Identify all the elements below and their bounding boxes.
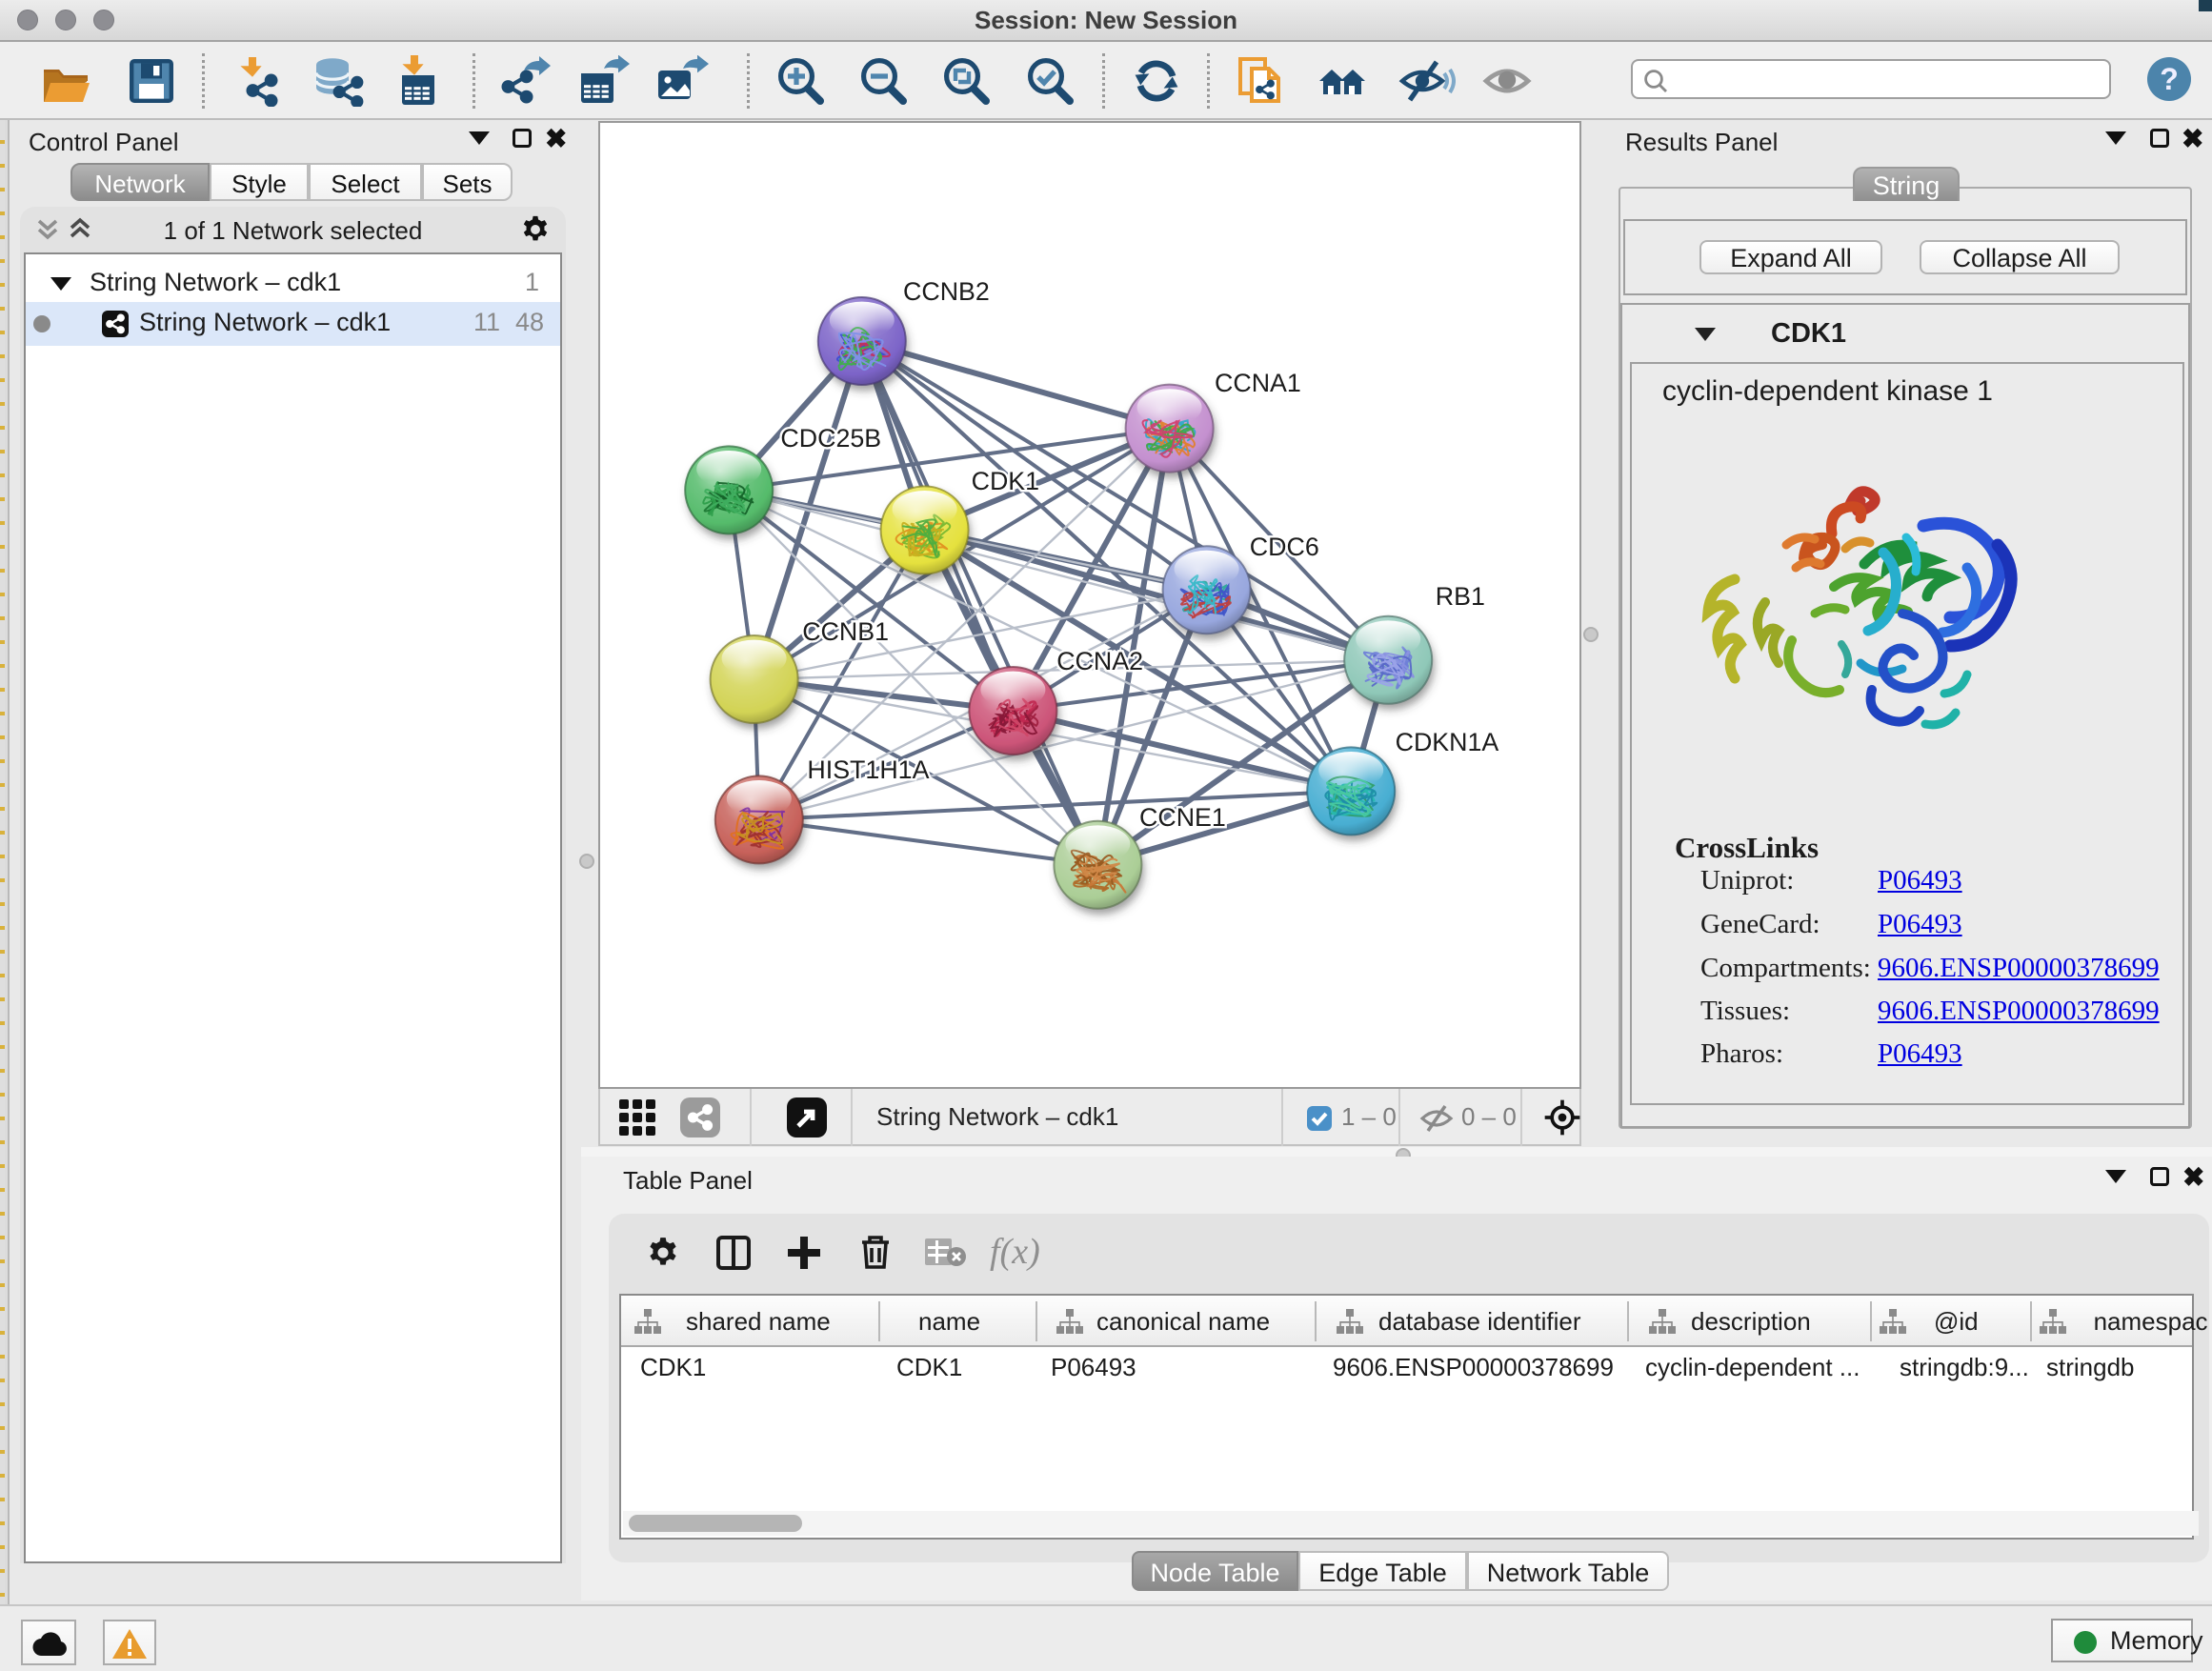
- svg-text:HIST1H1A: HIST1H1A: [807, 755, 929, 784]
- svg-text:RB1: RB1: [1436, 582, 1485, 611]
- svg-text:CCNA2: CCNA2: [1056, 647, 1143, 675]
- svg-text:CDKN1A: CDKN1A: [1396, 728, 1499, 756]
- svg-text:CCNB2: CCNB2: [903, 277, 990, 306]
- svg-text:CCNE1: CCNE1: [1139, 803, 1226, 832]
- svg-text:CDC25B: CDC25B: [780, 424, 881, 453]
- svg-text:CDK1: CDK1: [972, 467, 1039, 495]
- svg-text:CDC6: CDC6: [1250, 533, 1319, 561]
- svg-text:CCNB1: CCNB1: [802, 617, 889, 646]
- svg-text:CCNA1: CCNA1: [1215, 369, 1301, 397]
